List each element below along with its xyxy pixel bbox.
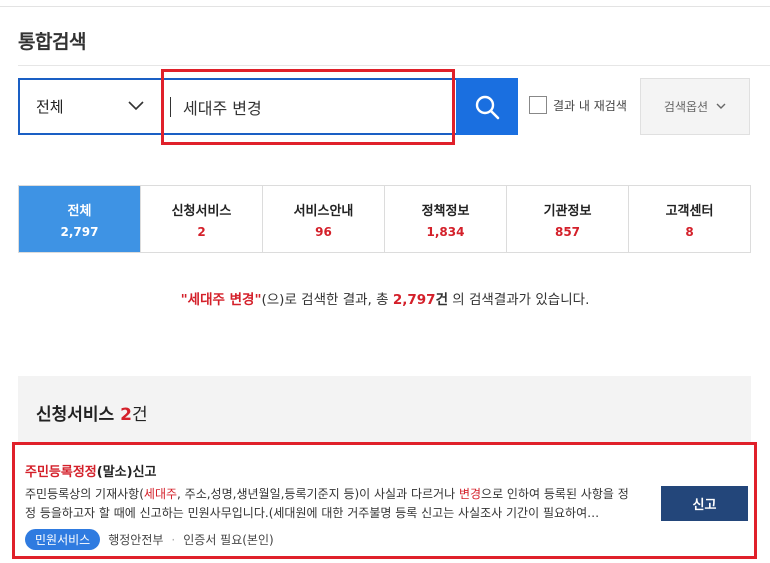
meta-separator: · (171, 532, 176, 547)
tab-label: 전체 (67, 203, 92, 219)
title-divider (18, 65, 770, 66)
tab-application-service[interactable]: 신청서비스 2 (141, 186, 263, 252)
result-cert-requirement: 인증서 필요(본인) (183, 533, 274, 547)
tab-label: 정책정보 (421, 203, 470, 219)
top-divider (0, 6, 770, 7)
result-agency: 행정안전부 (108, 533, 164, 547)
tab-customer-center[interactable]: 고객센터 8 (629, 186, 750, 252)
page-title: 통합검색 (18, 31, 86, 53)
result-title[interactable]: 주민등록정정(말소)신고 (25, 461, 157, 480)
tab-count: 1,834 (426, 224, 465, 239)
re-search-label: 결과 내 재검색 (553, 98, 627, 113)
tab-all[interactable]: 전체 2,797 (19, 186, 141, 252)
summary-keyword: "세대주 변경" (180, 292, 262, 308)
scope-select-value: 전체 (36, 98, 64, 116)
result-desc-highlight: 세대주 (143, 487, 178, 501)
category-tabs: 전체 2,797 신청서비스 2 서비스안내 96 정책정보 1,834 기관정… (18, 185, 751, 253)
summary-total: 2,797 (392, 292, 436, 308)
search-icon (475, 95, 500, 119)
result-desc-text: 주민등록상의 기재사항( (25, 487, 144, 501)
search-options-label: 검색옵션 (663, 100, 709, 114)
summary-unit: 건 (435, 292, 448, 308)
result-desc-highlight: 변경 (458, 487, 482, 501)
tab-count: 8 (685, 224, 694, 239)
tab-service-guide[interactable]: 서비스안내 96 (263, 186, 385, 252)
chevron-down-icon (716, 103, 726, 109)
tab-policy-info[interactable]: 정책정보 1,834 (385, 186, 507, 252)
tab-label: 고객센터 (665, 203, 714, 219)
category-badge: 민원서비스 (25, 529, 101, 550)
tab-count: 857 (554, 224, 581, 239)
section-title: 신청서비스 2건 (36, 400, 148, 425)
re-search-checkbox[interactable] (529, 96, 547, 114)
result-title-highlight: 주민등록정정 (25, 465, 97, 480)
tab-count: 2 (197, 224, 206, 239)
apply-button[interactable]: 신고 (661, 486, 748, 521)
search-summary: "세대주 변경"(으)로 검색한 결과, 총 2,797건 의 검색결과가 있습… (0, 288, 770, 308)
chevron-down-icon (128, 101, 144, 111)
result-item: 주민등록정정(말소)신고 주민등록상의 기재사항(세대주, 주소,성명,생년월일… (12, 442, 757, 559)
section-count: 2 (120, 405, 132, 425)
result-description: 주민등록상의 기재사항(세대주, 주소,성명,생년월일,등록기준지 등)이 사실… (25, 485, 637, 523)
tab-count: 96 (315, 224, 332, 239)
re-search-option[interactable]: 결과 내 재검색 (529, 96, 627, 114)
tab-label: 서비스안내 (293, 203, 354, 219)
tab-count: 2,797 (60, 224, 99, 239)
result-desc-text: , 주소,성명,생년월일,등록기준지 등)이 사실과 다르거나 (177, 487, 459, 501)
tab-label: 신청서비스 (171, 203, 232, 219)
result-meta: 민원서비스 행정안전부 · 인증서 필요(본인) (25, 529, 274, 550)
tab-agency-info[interactable]: 기관정보 857 (507, 186, 629, 252)
result-title-rest: (말소)신고 (96, 465, 157, 480)
summary-text: (으)로 검색한 결과, 총 (261, 292, 389, 308)
section-title-label: 신청서비스 (36, 405, 115, 425)
search-button[interactable] (456, 78, 518, 135)
search-highlight-box (161, 69, 455, 145)
search-options-button[interactable]: 검색옵션 (640, 78, 750, 135)
section-count-unit: 건 (131, 405, 148, 425)
summary-text-end: 의 검색결과가 있습니다. (452, 292, 590, 308)
tab-label: 기관정보 (543, 203, 592, 219)
scope-select[interactable]: 전체 (20, 80, 160, 133)
